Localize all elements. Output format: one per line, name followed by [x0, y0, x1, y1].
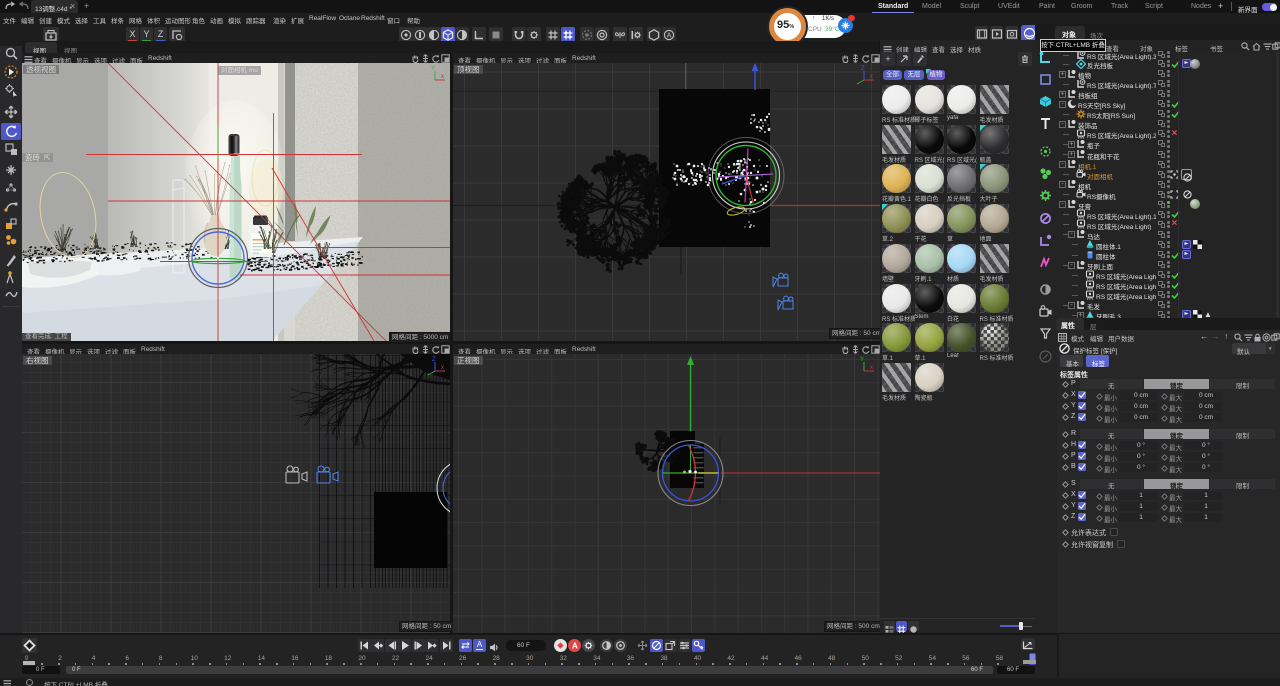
svg-text:x: x: [441, 365, 444, 371]
svg-text:x: x: [870, 74, 873, 80]
svg-text:Y: Y: [860, 357, 864, 363]
svg-text:A: A: [572, 642, 578, 651]
svg-text:Y: Y: [431, 66, 435, 72]
svg-text:x: x: [441, 74, 444, 80]
svg-text:x: x: [870, 365, 873, 371]
svg-text:A: A: [667, 32, 672, 39]
